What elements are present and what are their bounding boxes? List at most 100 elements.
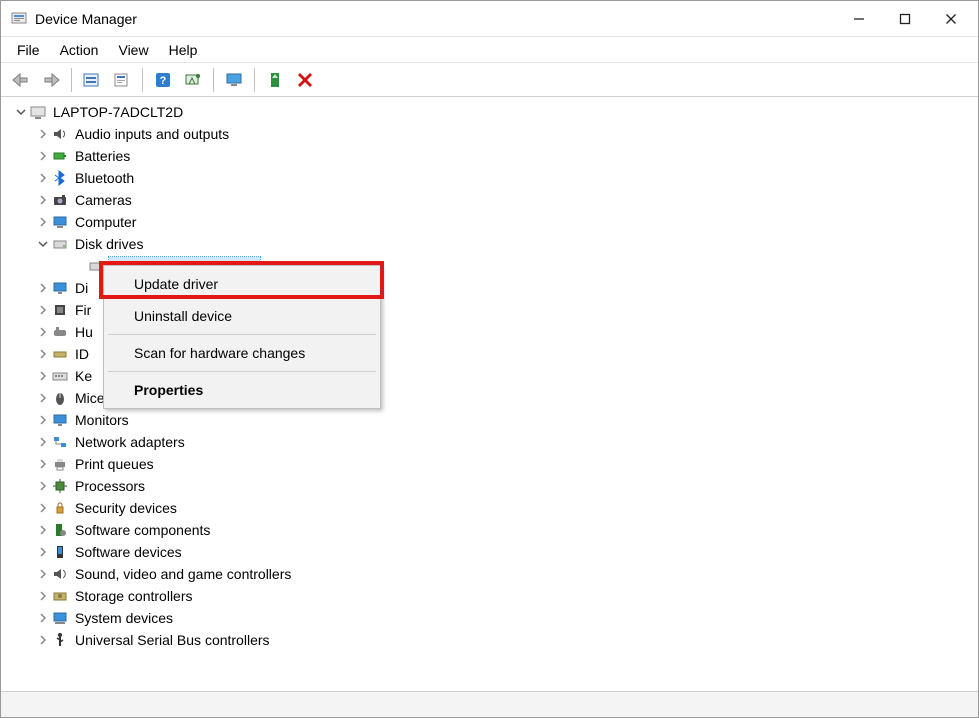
context-separator	[108, 371, 376, 372]
tree-expander-icon[interactable]	[35, 346, 51, 362]
tree-category[interactable]: Monitors	[9, 409, 970, 431]
tree-item-label: ID	[73, 345, 91, 363]
tree-expander-icon[interactable]	[35, 566, 51, 582]
tree-root[interactable]: LAPTOP-7ADCLT2D	[9, 101, 970, 123]
drive-icon	[51, 235, 69, 253]
tree-category[interactable]: Cameras	[9, 189, 970, 211]
tree-category[interactable]: Security devices	[9, 497, 970, 519]
swdev-icon	[51, 543, 69, 561]
context-uninstall-device[interactable]: Uninstall device	[104, 300, 380, 332]
computer-root-icon	[29, 103, 47, 121]
toolbar-separator	[71, 68, 72, 92]
close-button[interactable]	[928, 3, 974, 35]
tree-expander-icon[interactable]	[35, 324, 51, 340]
storage-icon	[51, 587, 69, 605]
minimize-button[interactable]	[836, 3, 882, 35]
tree-item-label: Disk drives	[73, 235, 145, 253]
tree-view[interactable]: LAPTOP-7ADCLT2D Audio inputs and outputs B…	[1, 97, 978, 691]
tree-category[interactable]: Print queues	[9, 453, 970, 475]
tree-expander-icon[interactable]	[35, 126, 51, 142]
menu-action[interactable]: Action	[52, 40, 107, 60]
menu-view[interactable]: View	[110, 40, 156, 60]
toolbar-separator	[142, 68, 143, 92]
tree-category[interactable]: Software components	[9, 519, 970, 541]
tree-item-label: Security devices	[73, 499, 179, 517]
tree-expander-icon[interactable]	[35, 280, 51, 296]
menu-file[interactable]: File	[9, 40, 48, 60]
tree-expander-icon[interactable]	[35, 390, 51, 406]
toolbar-scan-button[interactable]	[179, 66, 207, 94]
printer-icon	[51, 455, 69, 473]
menu-help[interactable]: Help	[161, 40, 206, 60]
maximize-button[interactable]	[882, 3, 928, 35]
tree-category[interactable]: Audio inputs and outputs	[9, 123, 970, 145]
system-icon	[51, 609, 69, 627]
tree-expander-icon[interactable]	[35, 478, 51, 494]
tree-category[interactable]: System devices	[9, 607, 970, 629]
tree-expander-icon[interactable]	[35, 192, 51, 208]
display-icon	[51, 279, 69, 297]
sound-icon	[51, 565, 69, 583]
network-icon	[51, 433, 69, 451]
context-menu: Update driver Uninstall device Scan for …	[103, 265, 381, 409]
bluetooth-icon	[51, 169, 69, 187]
toolbar-monitor-button[interactable]	[220, 66, 248, 94]
firmware-icon	[51, 301, 69, 319]
context-separator	[108, 334, 376, 335]
tree-expander-icon[interactable]	[35, 148, 51, 164]
tree-expander-icon[interactable]	[35, 434, 51, 450]
tree-category[interactable]: Sound, video and game controllers	[9, 563, 970, 585]
tree-item-label: Network adapters	[73, 433, 187, 451]
camera-icon	[51, 191, 69, 209]
tree-expander-icon[interactable]	[35, 236, 51, 252]
tree-item-label: Computer	[73, 213, 138, 231]
tree-item-label: Ke	[73, 367, 94, 385]
tree-item-label: Audio inputs and outputs	[73, 125, 231, 143]
toolbar-back-button[interactable]	[7, 66, 35, 94]
tree-category[interactable]: Processors	[9, 475, 970, 497]
toolbar-update-driver-button[interactable]	[261, 66, 289, 94]
toolbar-show-hidden-button[interactable]	[78, 66, 106, 94]
toolbar-forward-button[interactable]	[37, 66, 65, 94]
context-properties[interactable]: Properties	[104, 374, 380, 406]
tree-expander-icon[interactable]	[35, 214, 51, 230]
tree-expander-icon[interactable]	[71, 258, 87, 274]
tree-expander-icon[interactable]	[35, 610, 51, 626]
ide-icon	[51, 345, 69, 363]
tree-expander-icon[interactable]	[35, 412, 51, 428]
tree-expander-icon[interactable]	[13, 104, 29, 120]
toolbar-properties-button[interactable]	[108, 66, 136, 94]
tree-category[interactable]: Disk drives	[9, 233, 970, 255]
app-icon	[11, 11, 27, 27]
tree-item-label: Processors	[73, 477, 147, 495]
tree-category[interactable]: Universal Serial Bus controllers	[9, 629, 970, 651]
usb-icon	[51, 631, 69, 649]
context-update-driver[interactable]: Update driver	[104, 268, 380, 300]
tree-category[interactable]: Bluetooth	[9, 167, 970, 189]
tree-item-label: Di	[73, 279, 90, 297]
tree-category[interactable]: Software devices	[9, 541, 970, 563]
toolbar-help-button[interactable]: ?	[149, 66, 177, 94]
tree-expander-icon[interactable]	[35, 170, 51, 186]
tree-item-label: Software devices	[73, 543, 184, 561]
tree-expander-icon[interactable]	[35, 588, 51, 604]
tree-expander-icon[interactable]	[35, 302, 51, 318]
context-scan-hardware[interactable]: Scan for hardware changes	[104, 337, 380, 369]
tree-category[interactable]: Storage controllers	[9, 585, 970, 607]
tree-expander-icon[interactable]	[35, 368, 51, 384]
monitor-icon	[51, 411, 69, 429]
tree-expander-icon[interactable]	[35, 522, 51, 538]
tree-category[interactable]: Computer	[9, 211, 970, 233]
tree-item-label: System devices	[73, 609, 175, 627]
tree-item-label: Hu	[73, 323, 95, 341]
tree-expander-icon[interactable]	[35, 500, 51, 516]
tree-expander-icon[interactable]	[35, 544, 51, 560]
tree-category[interactable]: Batteries	[9, 145, 970, 167]
mouse-icon	[51, 389, 69, 407]
toolbar-separator	[213, 68, 214, 92]
toolbar-uninstall-button[interactable]	[291, 66, 319, 94]
tree-item-label: Monitors	[73, 411, 131, 429]
tree-category[interactable]: Network adapters	[9, 431, 970, 453]
tree-expander-icon[interactable]	[35, 456, 51, 472]
tree-expander-icon[interactable]	[35, 632, 51, 648]
